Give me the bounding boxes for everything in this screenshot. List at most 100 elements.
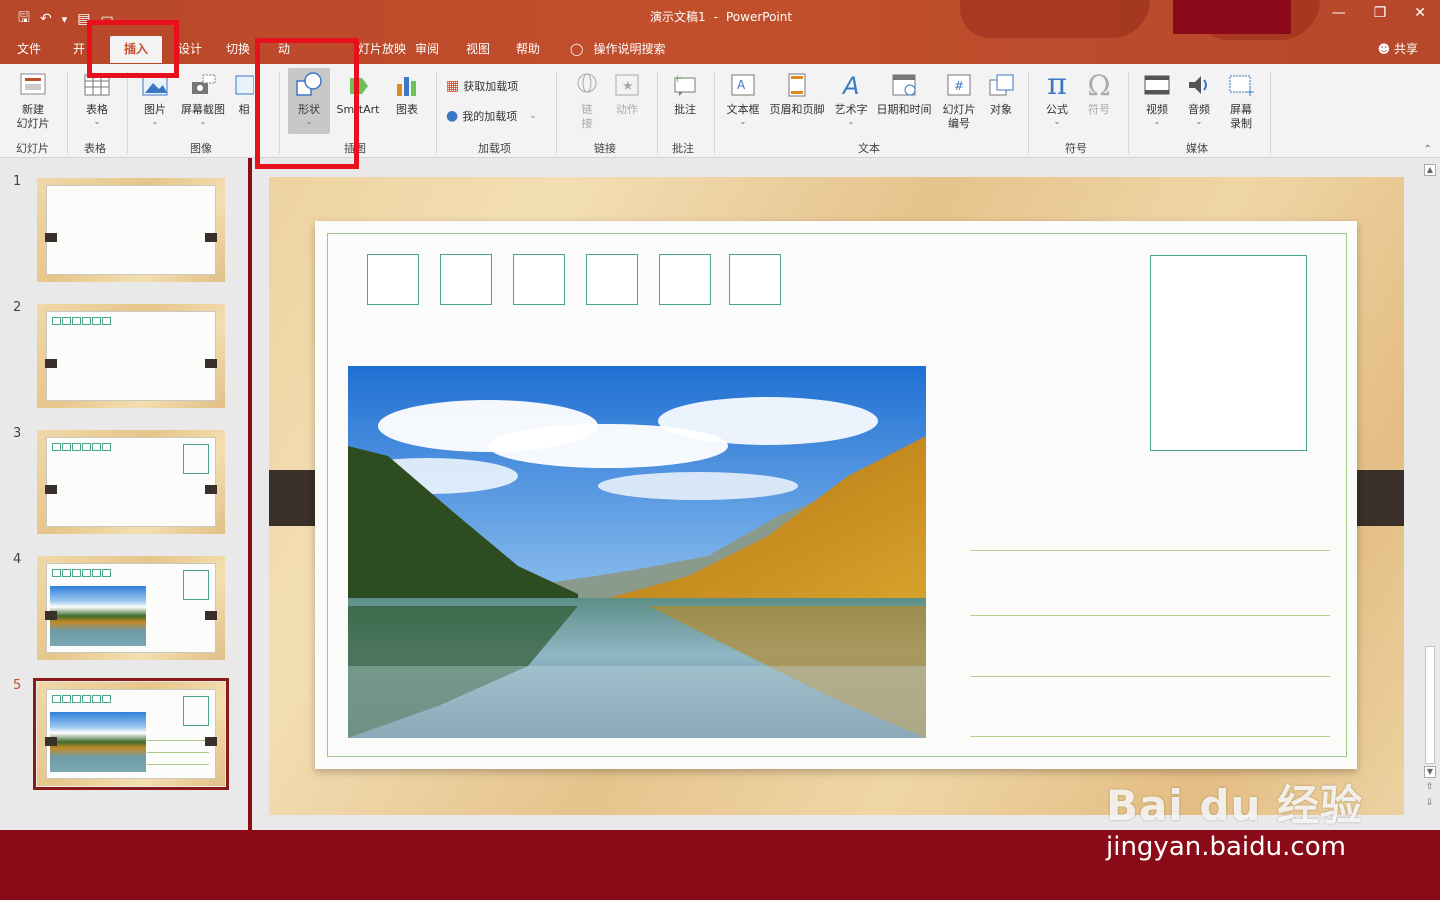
postcard[interactable] — [315, 221, 1357, 769]
baidu-logo-watermark: Bai du 经验 — [1106, 781, 1363, 830]
address-line — [970, 736, 1330, 737]
postcode-box[interactable] — [729, 254, 781, 305]
tell-me-search[interactable]: ◯ 操作说明搜索 — [570, 40, 665, 57]
close-icon[interactable]: ✕ — [1414, 5, 1426, 21]
screenshot-button[interactable]: 屏幕截图 ⌄ — [180, 70, 226, 127]
comment-button[interactable]: + 批注 — [662, 70, 708, 117]
group-label-comments: 批注 — [672, 142, 694, 155]
scroll-thumb[interactable] — [1425, 646, 1435, 764]
video-icon — [1142, 70, 1172, 100]
screen-recording-button[interactable]: + 屏幕 录制 — [1218, 70, 1264, 131]
tab-view[interactable]: 视图 — [466, 40, 490, 57]
slide-number-button[interactable]: # 幻灯片 编号 — [936, 70, 982, 131]
pictures-button[interactable]: 图片 ⌄ — [132, 70, 178, 127]
slide-number: 4 — [13, 552, 22, 567]
symbol-button[interactable]: Ω 符号 — [1076, 68, 1122, 117]
ribbon-tabs: 文件 开 插入 设计 切换 动 灯片放映 审阅 视图 帮助 ◯ 操作说明搜索 ☻… — [0, 34, 1440, 63]
action-button[interactable]: ★ 动作 — [604, 70, 650, 117]
audio-button[interactable]: 音频 ⌄ — [1176, 70, 1222, 127]
tab-slideshow[interactable]: 灯片放映 — [358, 40, 406, 57]
address-line — [970, 550, 1330, 551]
landscape-photo[interactable] — [348, 366, 926, 738]
stamp-box[interactable] — [1150, 255, 1307, 451]
next-slide-icon[interactable]: ⇩ — [1426, 798, 1434, 808]
tab-design[interactable]: 设计 — [178, 40, 202, 57]
my-addins-button[interactable]: ● 我的加载项 ⌄ — [446, 108, 537, 124]
postcode-box[interactable] — [659, 254, 711, 305]
redo-icon[interactable]: ▾ — [62, 13, 68, 26]
highlight-insert-tab — [87, 20, 179, 78]
slide-thumbnail-selected[interactable] — [33, 678, 229, 790]
tab-home[interactable]: 开 — [73, 40, 85, 57]
vertical-scrollbar[interactable]: ▲ ▼ ⇧ ⇩ — [1420, 158, 1440, 830]
slide-thumbnail[interactable] — [37, 304, 225, 408]
object-button[interactable]: 对象 — [978, 70, 1024, 117]
group-label-tables: 表格 — [84, 142, 106, 155]
group-label-addins: 加载项 — [478, 142, 511, 155]
collapse-ribbon-icon[interactable]: ⌃ — [1424, 144, 1432, 155]
person-icon: ☻ — [1377, 42, 1391, 56]
object-icon — [986, 70, 1016, 100]
textbox-button[interactable]: A 文本框 ⌄ — [720, 70, 766, 127]
group-label-text: 文本 — [858, 142, 880, 155]
date-time-button[interactable]: 日期和时间 — [872, 70, 936, 117]
group-label-links: 链接 — [594, 142, 616, 155]
omega-icon: Ω — [1087, 68, 1111, 102]
wordart-icon: A — [836, 70, 866, 100]
scroll-up-icon[interactable]: ▲ — [1424, 164, 1436, 176]
textbox-icon: A — [728, 70, 758, 100]
calendar-icon — [889, 70, 919, 100]
group-label-media: 媒体 — [1186, 142, 1208, 155]
addin-icon: ● — [446, 108, 459, 124]
pi-icon: π — [1047, 67, 1067, 103]
current-slide[interactable] — [269, 177, 1404, 815]
svg-text:A: A — [841, 72, 859, 98]
new-slide-icon — [18, 70, 48, 100]
chart-button[interactable]: 图表 — [384, 70, 430, 117]
screen-record-icon: + — [1226, 70, 1256, 100]
prev-slide-icon[interactable]: ⇧ — [1426, 782, 1434, 792]
slide-thumbnail[interactable] — [37, 556, 225, 660]
link-icon — [572, 70, 602, 100]
title-bar-background: 🖫 ↶ ▾ ▤ ▭ 演示文稿1- PowerPoint — ❐ ✕ 文件 开 插入… — [0, 0, 1440, 64]
tab-help[interactable]: 帮助 — [516, 40, 540, 57]
wordart-button[interactable]: A 艺术字 ⌄ — [828, 70, 874, 127]
address-line — [970, 615, 1330, 616]
slide-number-selected: 5 — [13, 678, 22, 693]
svg-text:#: # — [954, 79, 964, 93]
account-area[interactable] — [1173, 0, 1291, 34]
header-footer-button[interactable]: 页眉和页脚 — [766, 70, 828, 117]
svg-text:A: A — [737, 78, 746, 92]
share-button[interactable]: ☻ 共享 — [1378, 40, 1418, 57]
video-button[interactable]: 视频 ⌄ — [1134, 70, 1180, 127]
table-button[interactable]: 表格 ⌄ — [74, 70, 120, 127]
restore-icon[interactable]: ❐ — [1374, 5, 1387, 21]
save-icon[interactable]: 🖫 — [18, 7, 30, 31]
photo-album-button[interactable]: 相 — [232, 70, 256, 117]
get-addins-button[interactable]: ▦ 获取加载项 — [446, 78, 518, 94]
svg-text:+: + — [673, 72, 682, 85]
lightbulb-icon: ◯ — [570, 41, 584, 56]
group-label-slides: 幻灯片 — [16, 142, 49, 155]
tab-file[interactable]: 文件 — [17, 40, 41, 57]
header-footer-icon — [782, 70, 812, 100]
postcode-box[interactable] — [513, 254, 565, 305]
tab-transitions[interactable]: 切换 — [226, 40, 250, 57]
thumbnail-photo — [50, 712, 146, 772]
chevron-down-icon: ⌄ — [529, 111, 537, 121]
postcode-box[interactable] — [440, 254, 492, 305]
undo-icon[interactable]: ↶ — [40, 11, 52, 27]
slide-number-icon: # — [944, 70, 974, 100]
new-slide-button[interactable]: 新建 幻灯片 — [10, 70, 56, 131]
slide-number: 2 — [13, 300, 22, 315]
scroll-down-icon[interactable]: ▼ — [1424, 766, 1436, 778]
slide-thumbnails-pane: 1 2 3 4 5 — [0, 158, 248, 830]
group-label-images: 图像 — [190, 142, 212, 155]
equation-button[interactable]: π 公式 ⌄ — [1034, 67, 1080, 127]
tab-review[interactable]: 审阅 — [415, 40, 439, 57]
slide-thumbnail[interactable] — [37, 430, 225, 534]
slide-thumbnail[interactable] — [37, 178, 225, 282]
postcode-box[interactable] — [586, 254, 638, 305]
minimize-icon[interactable]: — — [1332, 5, 1346, 21]
postcode-box[interactable] — [367, 254, 419, 305]
